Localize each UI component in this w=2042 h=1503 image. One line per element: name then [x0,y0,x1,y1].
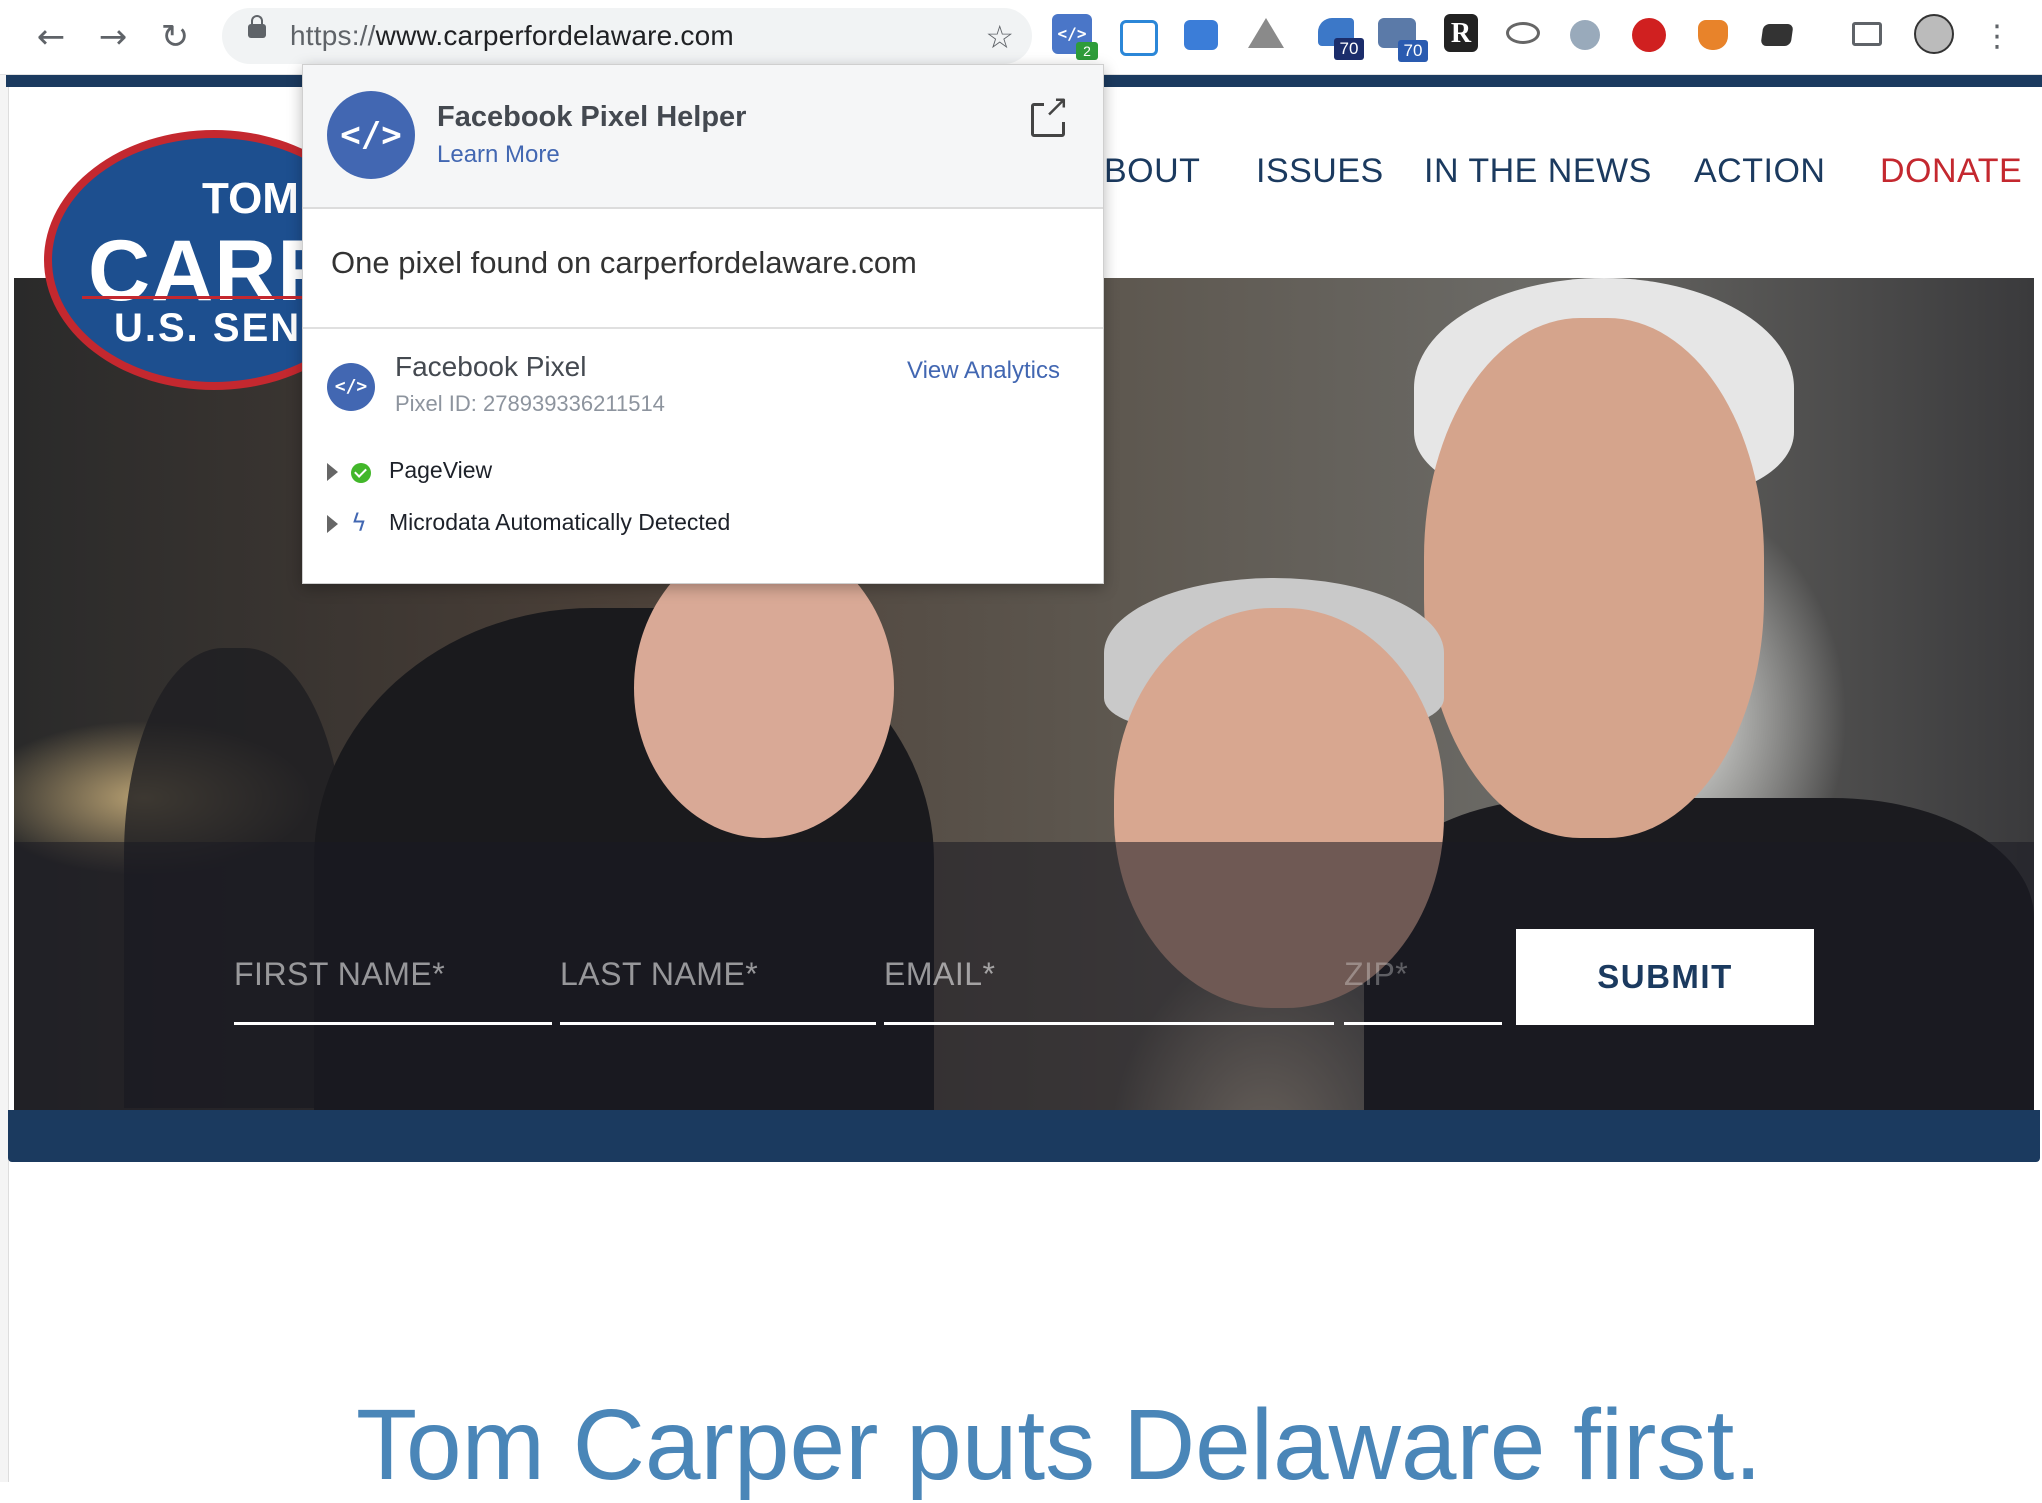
eye-icon[interactable] [1506,22,1540,44]
last-name-field[interactable]: LAST NAME* [560,956,876,1025]
tree-extension-icon[interactable]: 70 [1378,18,1428,62]
older-man-face [1424,318,1764,838]
popup-divider [303,327,1103,329]
success-check-icon [351,463,371,483]
last-name-placeholder: LAST NAME* [560,956,759,992]
cards-icon[interactable] [1760,24,1794,46]
bookmark-star-icon[interactable]: ☆ [985,18,1014,56]
first-name-field[interactable]: FIRST NAME* [234,956,552,1025]
url-scheme: https:// [290,20,376,51]
email-field[interactable]: EMAIL* [884,956,1334,1025]
extension-badge: 70 [1398,40,1428,62]
readability-icon[interactable]: R [1444,14,1478,52]
profile-avatar[interactable] [1914,14,1954,54]
lock-icon [248,15,266,38]
hero-bottom-band [8,1110,2040,1162]
event-microdata[interactable]: ϟ Microdata Automatically Detected [327,509,927,541]
url-text[interactable]: https://www.carperfordelaware.com [290,20,734,52]
pixel-code-icon: </> [327,363,375,411]
zip-placeholder: ZIP* [1344,956,1409,992]
drive-icon[interactable] [1248,18,1284,52]
window-extension-icon[interactable] [1120,20,1158,56]
pixel-helper-popup: </> Facebook Pixel Helper Learn More One… [302,64,1104,584]
submit-button[interactable]: SUBMIT [1516,929,1814,1025]
event-label: Microdata Automatically Detected [389,509,731,535]
nav-issues[interactable]: ISSUES [1256,152,1384,202]
open-external-icon[interactable] [1031,92,1070,137]
pixels-found-text: One pixel found on carperfordelaware.com [331,245,917,280]
event-pageview[interactable]: PageView [327,457,927,489]
pixel-id: Pixel ID: 278939336211514 [395,391,665,416]
nav-donate[interactable]: DONATE [1880,152,2022,202]
block-icon[interactable] [1632,18,1666,52]
screenshot-extension-icon[interactable] [1184,20,1218,50]
expand-triangle-icon[interactable] [327,463,338,481]
extension-badge: 2 [1076,42,1098,60]
popup-title: Facebook Pixel Helper [437,101,747,133]
tagline-heading: Tom Carper puts Delaware first. [356,1389,1763,1501]
pixel-name: Facebook Pixel [395,351,587,382]
logo-line-1: TOM [202,174,299,223]
metamask-fox-icon[interactable] [1698,20,1728,50]
lightning-bolt-icon: ϟ [351,509,367,537]
pixel-helper-extension-icon[interactable]: </> 2 [1052,14,1098,60]
nav-action[interactable]: ACTION [1694,152,1825,202]
triangle-shape [1248,18,1284,48]
url-host: www.carperfordelaware.com [375,20,734,51]
nav-about[interactable]: BOUT [1104,152,1200,202]
email-placeholder: EMAIL* [884,956,996,992]
left-window-edge [0,75,9,1482]
tag-extension-icon[interactable]: 70 [1318,18,1364,60]
pixel-helper-logo-icon: </> [327,91,415,179]
first-name-placeholder: FIRST NAME* [234,956,446,992]
spy-icon[interactable] [1570,20,1600,50]
cast-icon[interactable] [1852,22,1882,46]
forward-icon[interactable]: → [92,16,134,58]
extension-badge: 70 [1334,38,1364,60]
learn-more-link[interactable]: Learn More [437,141,560,169]
address-bar[interactable]: https://www.carperfordelaware.com ☆ [222,8,1032,64]
view-analytics-link[interactable]: View Analytics [907,357,1060,385]
expand-triangle-icon[interactable] [327,515,338,533]
zip-field[interactable]: ZIP* [1344,956,1502,1025]
menu-kebab-icon[interactable]: ⋮ [1976,16,2018,58]
back-icon[interactable]: ← [30,16,72,58]
popup-header: </> Facebook Pixel Helper Learn More [303,65,1103,209]
reload-icon[interactable]: ↻ [154,16,196,58]
event-label: PageView [389,457,493,483]
nav-in-the-news[interactable]: IN THE NEWS [1424,152,1652,202]
logo-line-3: U.S. SEN [114,306,302,350]
